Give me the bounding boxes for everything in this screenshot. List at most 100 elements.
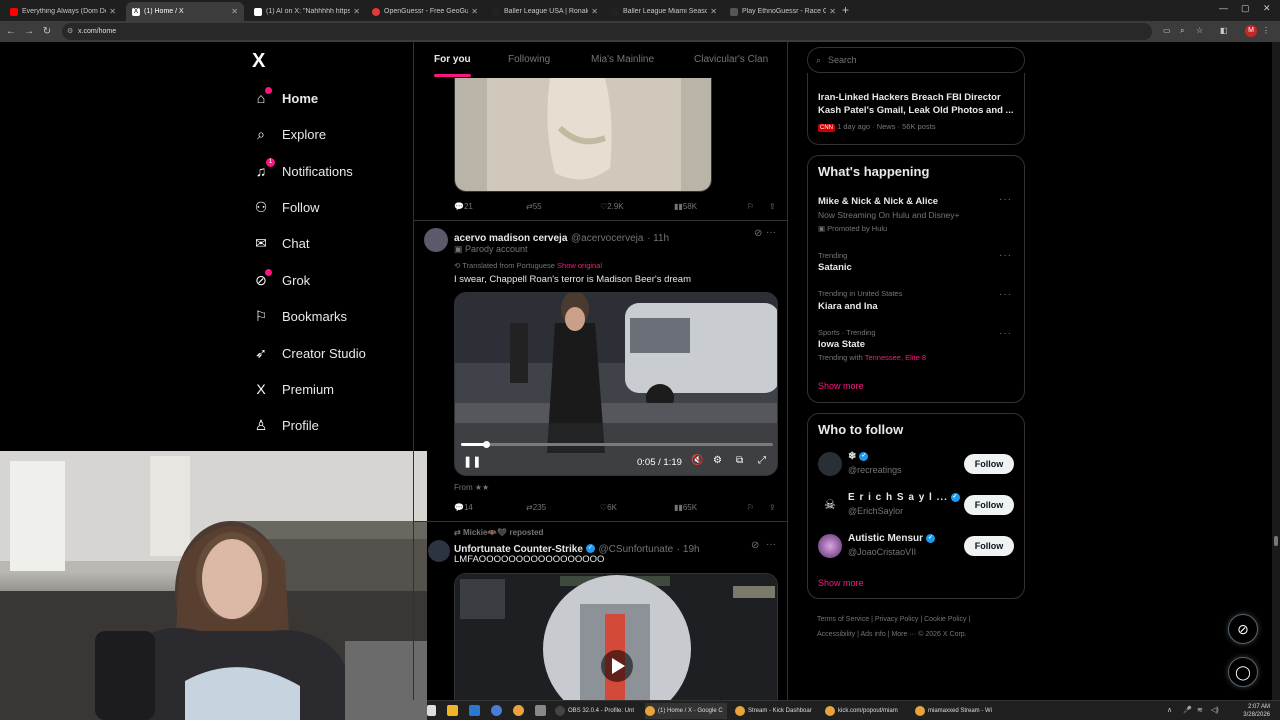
avatar[interactable]: ☠ <box>818 493 842 517</box>
cast-icon[interactable]: ▭ <box>1163 26 1171 35</box>
author-handle[interactable]: @acervocerveja <box>571 233 643 244</box>
sidebar-item-creator-studio[interactable]: ➶ Creator Studio <box>252 341 366 365</box>
trend-related-tags[interactable]: Tennessee, Elite 8 <box>865 353 926 362</box>
wifi-icon[interactable]: ≋ <box>1197 706 1203 714</box>
follow-button[interactable]: Follow <box>964 536 1014 556</box>
post-image[interactable] <box>454 78 712 192</box>
browser-tab[interactable]: Everything Always (Dom Do ✕ <box>4 2 122 21</box>
video-progress-track[interactable] <box>461 441 773 448</box>
browser-tab[interactable]: (1) AI on X: "Nahhhhh https://t ✕ <box>248 2 366 21</box>
start-icon[interactable] <box>427 705 436 716</box>
close-icon[interactable]: ✕ <box>829 7 836 16</box>
follow-handle[interactable]: @ErichSaylor <box>848 506 903 516</box>
store-icon[interactable] <box>469 705 480 716</box>
reload-icon[interactable]: ↻ <box>38 26 56 37</box>
repost-button[interactable]: ⇄ 55 <box>526 202 542 211</box>
sidebar-item-bookmarks[interactable]: ⚐ Bookmarks <box>252 304 347 328</box>
search-input[interactable]: ⌕ Search <box>807 47 1025 73</box>
back-icon[interactable]: ← <box>2 26 20 37</box>
sidebar-item-follow[interactable]: ⚇ Follow <box>252 195 320 219</box>
taskbar-item-kick-popout[interactable]: kick.com/popout/miam <box>825 703 898 719</box>
tab-mias-mainline[interactable]: Mia's Mainline <box>591 54 654 65</box>
browser-tab[interactable]: Play EthnoGuessr - Race Guessi✕ <box>724 2 842 21</box>
follow-handle[interactable]: @JoaoCristaoVII <box>848 547 916 557</box>
like-button[interactable]: ♡ 2.9K <box>600 202 624 211</box>
tab-following[interactable]: Following <box>508 54 550 65</box>
footer-line[interactable]: Accessibility | Ads info | More ··· © 20… <box>817 627 1027 642</box>
tab-clavicular-clan[interactable]: Clavicular's Clan <box>694 54 768 65</box>
follow-button[interactable]: Follow <box>964 495 1014 515</box>
close-window-icon[interactable]: ✕ <box>1263 3 1271 14</box>
taskbar-item-chrome-x[interactable]: (1) Home / X - Google C <box>645 703 727 719</box>
repost-button[interactable]: ⇄ 235 <box>526 503 546 512</box>
picture-in-picture-icon[interactable]: ⧉ <box>736 455 743 466</box>
share-button[interactable]: ⇪ <box>769 202 776 211</box>
show-more-link[interactable]: Show more <box>818 578 864 588</box>
grok-fab-icon[interactable]: ⊘ <box>1228 614 1258 644</box>
views-button[interactable]: ▮▮ 58K <box>674 202 697 211</box>
file-explorer-icon[interactable] <box>447 705 458 716</box>
video-scrubber[interactable] <box>482 441 490 448</box>
mute-icon[interactable]: 🔇 <box>691 455 703 466</box>
tab-for-you[interactable]: For you <box>434 54 471 77</box>
bookmark-button[interactable]: ⚐ <box>747 202 754 211</box>
grok-post-icon[interactable]: ⊘ <box>751 540 759 551</box>
sidebar-item-notifications[interactable]: ♫ 1 Notifications <box>252 158 353 183</box>
more-icon[interactable]: ··· <box>766 227 776 238</box>
fullscreen-icon[interactable]: ⤢ <box>758 455 766 466</box>
star-icon[interactable]: ☆ <box>1196 26 1203 35</box>
show-more-link[interactable]: Show more <box>818 381 864 391</box>
share-button[interactable]: ⇪ <box>769 503 776 512</box>
more-icon[interactable]: ··· <box>999 289 1012 300</box>
post-time[interactable]: · 19h <box>677 544 700 555</box>
footer-line[interactable]: Terms of Service | Privacy Policy | Cook… <box>817 612 1027 627</box>
settings-icon[interactable]: ⚙ <box>713 455 722 466</box>
mic-icon[interactable]: 🎤 <box>1183 706 1192 714</box>
follow-name[interactable]: Autistic Mensur ✓ <box>848 533 936 544</box>
close-icon[interactable]: ✕ <box>471 7 478 16</box>
sidebar-item-premium[interactable]: X Premium <box>252 377 334 401</box>
repost-label[interactable]: ⇄ Mickie🦇🖤 reposted <box>454 528 543 537</box>
new-tab-icon[interactable]: + <box>842 3 849 17</box>
pause-icon[interactable]: ❚❚ <box>463 455 481 468</box>
app-icon[interactable] <box>535 705 546 716</box>
taskbar-item-kick-dashboard[interactable]: Stream - Kick Dashboar <box>735 703 812 719</box>
forward-icon[interactable]: → <box>20 26 38 37</box>
close-icon[interactable]: ✕ <box>353 7 360 16</box>
taskbar-item-obs[interactable]: OBS 32.0.4 - Profile: Unt <box>555 703 634 719</box>
video-player[interactable] <box>454 573 778 700</box>
minimize-icon[interactable]: — <box>1219 3 1228 13</box>
x-logo[interactable]: X <box>252 50 265 73</box>
zoom-icon[interactable]: ⌕ <box>1180 26 1184 36</box>
follow-name[interactable]: ❄ ✓ <box>848 451 869 462</box>
more-icon[interactable]: ··· <box>999 328 1012 339</box>
author-handle[interactable]: @CSunfortunate <box>599 544 674 555</box>
page-scrollbar[interactable] <box>1272 42 1280 700</box>
messages-fab-icon[interactable]: ◯ <box>1228 657 1258 687</box>
extensions-icon[interactable]: ◧ <box>1220 26 1228 35</box>
avatar[interactable] <box>818 452 842 476</box>
sidebar-item-home[interactable]: ⌂ Home <box>252 86 318 110</box>
tray-chevron-icon[interactable]: ∧ <box>1167 706 1172 714</box>
more-icon[interactable]: ··· <box>999 250 1012 261</box>
sidebar-item-grok[interactable]: ⊘ Grok <box>252 268 310 292</box>
close-icon[interactable]: ✕ <box>591 7 598 16</box>
close-icon[interactable]: ✕ <box>109 7 116 16</box>
news-card[interactable]: Iran-Linked Hackers Breach FBI Director … <box>807 73 1025 145</box>
show-original-link[interactable]: Show original <box>557 261 602 270</box>
browser-tab[interactable]: Baller League Miami Season 1✕ <box>605 2 723 21</box>
trend-title[interactable]: Iowa State <box>818 339 865 350</box>
more-icon[interactable]: ··· <box>999 194 1012 205</box>
trend-title[interactable]: Satanic <box>818 262 852 273</box>
reply-button[interactable]: 💬 14 <box>454 503 473 512</box>
url-input[interactable]: ⚙ x.com/home <box>62 23 1152 40</box>
taskbar-item-stream[interactable]: miamaxxed Stream - Wi <box>915 703 992 719</box>
sidebar-item-explore[interactable]: ⌕ Explore <box>252 122 326 146</box>
grok-post-icon[interactable]: ⊘ <box>754 228 762 239</box>
avatar[interactable] <box>428 540 450 562</box>
close-icon[interactable]: ✕ <box>710 7 717 16</box>
browser-tab[interactable]: Baller League USA | Ronaldinho✕ <box>486 2 604 21</box>
sidebar-item-profile[interactable]: ♙ Profile <box>252 413 319 437</box>
scrollbar-thumb[interactable] <box>1274 536 1278 546</box>
post-time[interactable]: · 11h <box>647 233 669 244</box>
